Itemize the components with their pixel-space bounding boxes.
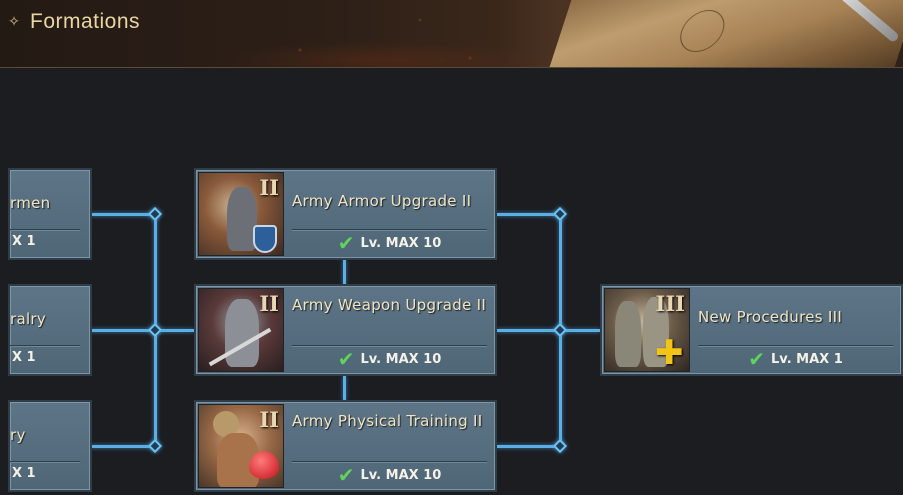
roman-numeral: II — [259, 407, 279, 432]
skill-level-text: Lv. MAX 10 — [360, 351, 442, 367]
card-divider — [10, 345, 80, 346]
connector-line — [496, 329, 600, 332]
skill-card-army-physical-training[interactable]: II Army Physical Training II ✔ Lv. MAX 1… — [194, 400, 497, 492]
connector-line — [90, 213, 156, 216]
connector-line — [343, 260, 346, 285]
knights-plus-icon: ✚ III — [604, 288, 690, 372]
roman-numeral: III — [655, 291, 685, 316]
skill-name: Army Physical Training II — [292, 412, 483, 430]
title-area: ✧ Formations — [6, 10, 140, 34]
skill-level-text: X 1 — [12, 350, 36, 365]
check-icon: ✔ — [337, 347, 355, 371]
skill-level: ✔ Lv. MAX 10 — [292, 231, 487, 255]
skill-level-text: X 1 — [12, 466, 36, 481]
skill-level: ✔ Lv. MAX 1 — [698, 347, 893, 371]
skill-level: X 1 — [10, 350, 36, 365]
armored-knight-icon: II — [198, 172, 284, 256]
card-divider — [292, 461, 487, 462]
skill-name: rmen — [10, 194, 51, 212]
connector-line — [90, 329, 194, 332]
sword-knight-icon: II — [198, 288, 284, 372]
check-icon: ✔ — [337, 231, 355, 255]
card-divider — [10, 461, 80, 462]
skill-level-text: Lv. MAX 1 — [771, 351, 843, 367]
connector-node — [147, 438, 163, 454]
skill-level: X 1 — [10, 466, 36, 481]
skill-level: X 1 — [10, 234, 36, 249]
skill-card-army-weapon-upgrade[interactable]: II Army Weapon Upgrade II ✔ Lv. MAX 10 — [194, 284, 497, 376]
strongman-heart-icon: II — [198, 404, 284, 488]
header-banner: ✧ Formations — [0, 0, 903, 68]
check-icon: ✔ — [337, 463, 355, 487]
open-book-art — [545, 0, 903, 67]
skill-card-left-1[interactable]: rmen X 1 — [8, 168, 92, 260]
connector-node — [552, 206, 568, 222]
connector-node — [552, 322, 568, 338]
skill-level: ✔ Lv. MAX 10 — [292, 463, 487, 487]
roman-numeral: II — [259, 175, 279, 200]
card-divider — [698, 345, 893, 346]
connector-line — [343, 376, 346, 401]
skill-name: ry — [10, 426, 26, 444]
skill-name: Army Armor Upgrade II — [292, 192, 472, 210]
skill-card-left-3[interactable]: ry X 1 — [8, 400, 92, 492]
skill-name: New Procedures III — [698, 308, 843, 326]
check-icon: ✔ — [748, 347, 765, 371]
skill-level: ✔ Lv. MAX 10 — [292, 347, 487, 371]
connector-node — [147, 322, 163, 338]
card-divider — [292, 345, 487, 346]
connector-node — [552, 438, 568, 454]
skill-level-text: Lv. MAX 10 — [360, 235, 442, 251]
connector-line — [90, 445, 156, 448]
skill-level-text: X 1 — [12, 234, 36, 249]
connector-node — [147, 206, 163, 222]
skill-card-left-2[interactable]: ralry X 1 — [8, 284, 92, 376]
compass-ornament-icon: ✧ — [8, 14, 20, 30]
card-divider — [292, 229, 487, 230]
skill-name: Army Weapon Upgrade II — [292, 296, 487, 314]
skill-name: ralry — [10, 310, 47, 328]
skill-card-army-armor-upgrade[interactable]: II Army Armor Upgrade II ✔ Lv. MAX 10 — [194, 168, 497, 260]
page-title: Formations — [30, 10, 141, 33]
roman-numeral: II — [259, 291, 279, 316]
card-divider — [10, 229, 80, 230]
skill-level-text: Lv. MAX 10 — [360, 467, 442, 483]
skill-card-new-procedures[interactable]: ✚ III New Procedures III ✔ Lv. MAX 1 — [600, 284, 903, 376]
